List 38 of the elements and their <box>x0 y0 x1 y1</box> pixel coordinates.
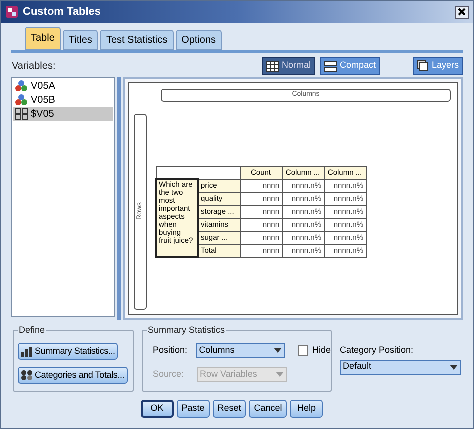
view-toggle-button[interactable]: Normal <box>262 57 315 75</box>
stacked-rows-icon <box>324 60 337 72</box>
variable-item[interactable]: V05B <box>13 93 113 107</box>
tab[interactable]: Table <box>25 27 61 50</box>
three-balls-icon <box>15 94 28 106</box>
app-icon <box>5 5 19 19</box>
position-label: Position: <box>153 344 189 357</box>
close-button[interactable] <box>455 6 469 18</box>
table-grid-icon <box>266 60 279 72</box>
dialog-button[interactable]: Reset <box>212 400 246 418</box>
layers-icon <box>416 60 429 72</box>
dialog-button[interactable]: Help <box>290 400 324 418</box>
three-balls-icon <box>15 80 28 92</box>
bar-stats-icon <box>21 346 33 356</box>
category-position-label: Category Position: <box>340 344 415 357</box>
dropdown-caret-icon <box>274 348 282 353</box>
category-position-dropdown[interactable]: Default <box>340 360 461 374</box>
tab[interactable]: Options <box>176 30 222 50</box>
source-label: Source: <box>153 368 186 381</box>
dialog-button[interactable]: Cancel <box>249 400 288 418</box>
grid-icon <box>15 108 28 120</box>
dropdown-caret-icon <box>276 372 284 377</box>
variable-item[interactable]: V05A <box>13 79 113 93</box>
dialog-button[interactable]: OK <box>140 400 174 418</box>
tab[interactable]: Titles <box>62 30 98 50</box>
define-button[interactable]: Summary Statistics... <box>18 343 118 360</box>
dropdown-caret-icon <box>450 364 458 370</box>
group-title: Summary Statistics <box>147 324 226 338</box>
tab[interactable]: Test Statistics <box>100 30 174 50</box>
dots-icon <box>21 370 33 381</box>
dialog-button[interactable]: Paste <box>176 400 210 418</box>
hide-label: Hide <box>312 344 331 357</box>
define-button[interactable]: Categories and Totals... <box>18 367 128 384</box>
variables-label: Variables: <box>12 60 56 74</box>
window-title: Custom Tables <box>23 4 102 20</box>
position-dropdown[interactable]: Columns <box>196 343 285 358</box>
variable-item[interactable]: $V05 <box>13 107 113 121</box>
hide-checkbox[interactable] <box>298 345 308 356</box>
